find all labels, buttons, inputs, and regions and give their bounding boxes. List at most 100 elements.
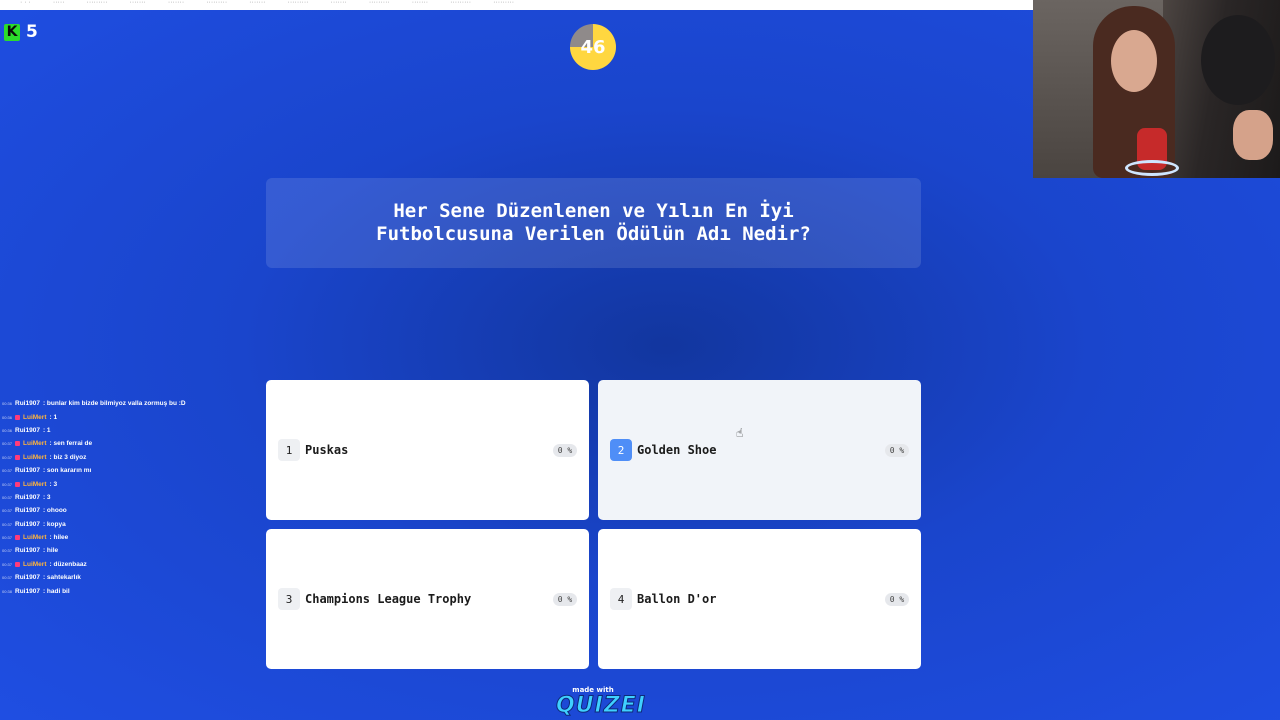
chat-message: 00:36 Rui1907: bunlar kim bizde bilmiyoz … xyxy=(2,397,252,410)
viewer-count: 5 xyxy=(26,22,38,42)
answer-label: Golden Shoe xyxy=(637,443,717,457)
bookmark-item[interactable]: ······· xyxy=(168,0,184,6)
kick-viewer-badge: K 5 xyxy=(4,22,38,42)
answer-percent: 0 % xyxy=(885,592,909,606)
chat-text: : hadi bil xyxy=(42,587,70,595)
hand-cursor-icon: ☝ xyxy=(736,426,744,440)
webcam-overlay xyxy=(1033,0,1280,178)
bookmark-item[interactable]: ······· xyxy=(249,0,265,6)
bookmark-item[interactable]: ········· xyxy=(369,0,390,6)
bookmark-item[interactable]: ······· xyxy=(412,0,428,6)
chat-text: : hile xyxy=(42,547,59,555)
quizei-logo[interactable]: QUIZEI xyxy=(556,693,646,718)
answer-number: 1 xyxy=(278,439,300,461)
footer-branding: made with QUIZEI xyxy=(556,686,646,718)
chat-timestamp: 00:37 xyxy=(2,454,13,460)
chat-timestamp: 00:37 xyxy=(2,561,13,567)
chat-message: 00:37 Rui1907: 3 xyxy=(2,491,252,504)
bookmark-item[interactable]: ········· xyxy=(493,0,514,6)
chat-text: : kopya xyxy=(42,520,66,528)
answer-option-4[interactable]: 4 Ballon D'or 0 % xyxy=(598,529,921,669)
timer-seconds: 46 xyxy=(580,36,606,58)
kick-logo-icon: K xyxy=(4,23,20,41)
chat-text: : düzenbaaz xyxy=(49,560,87,568)
countdown-timer: 46 xyxy=(570,24,616,70)
chat-timestamp: 00:37 xyxy=(2,575,13,581)
answer-percent: 0 % xyxy=(553,443,577,457)
chat-text: : sen ferrai de xyxy=(49,440,93,448)
chat-username: Rui1907 xyxy=(15,507,40,515)
answer-label: Ballon D'or xyxy=(637,592,717,606)
bookmark-item[interactable]: ········· xyxy=(87,0,108,6)
chat-message: 00:37 Rui1907: kopya xyxy=(2,518,252,531)
chat-message: 00:37 LuiMert: 3 xyxy=(2,477,252,490)
chat-message: 00:37 LuiMert: biz 3 diyoz xyxy=(2,451,252,464)
chat-username: Rui1907 xyxy=(15,520,40,528)
chat-text: : sahtekarlık xyxy=(42,574,81,582)
chat-timestamp: 00:36 xyxy=(2,427,13,433)
chat-timestamp: 00:37 xyxy=(2,494,13,500)
chat-message: 00:36 Rui1907: 1 xyxy=(2,424,252,437)
chat-message: 00:37 LuiMert: hilee xyxy=(2,531,252,544)
answer-number: 4 xyxy=(610,588,632,610)
bookmark-item[interactable]: ······· xyxy=(330,0,346,6)
chat-text: : hilee xyxy=(49,534,69,542)
chat-badge-icon xyxy=(15,535,21,541)
chat-badge-icon xyxy=(15,441,21,447)
bookmark-item[interactable]: ········· xyxy=(288,0,309,6)
chat-message: 00:37 Rui1907: son kararın mı xyxy=(2,464,252,477)
chat-text: : 1 xyxy=(49,413,58,421)
chat-text: : 3 xyxy=(49,480,58,488)
chat-message: 00:37 Rui1907: hile xyxy=(2,544,252,557)
answer-option-1[interactable]: 1 Puskas 0 % xyxy=(266,380,589,520)
answer-option-3[interactable]: 3 Champions League Trophy 0 % xyxy=(266,529,589,669)
answer-number: 2 xyxy=(610,439,632,461)
answer-percent: 0 % xyxy=(553,592,577,606)
chat-badge-icon xyxy=(15,561,21,567)
chat-username: Rui1907 xyxy=(15,426,40,434)
answer-percent: 0 % xyxy=(885,443,909,457)
chat-username: Rui1907 xyxy=(15,467,40,475)
chat-timestamp: 00:37 xyxy=(2,521,13,527)
bookmark-item[interactable]: ········· xyxy=(206,0,227,6)
chat-timestamp: 00:36 xyxy=(2,414,13,420)
chat-timestamp: 00:38 xyxy=(2,588,13,594)
chat-message: 00:37 LuiMert: sen ferrai de xyxy=(2,437,252,450)
chat-username: Rui1907 xyxy=(15,547,40,555)
bookmark-item[interactable]: ······· xyxy=(130,0,146,6)
chat-username: Rui1907 xyxy=(15,493,40,501)
chat-message: 00:38 Rui1907: hadi bil xyxy=(2,584,252,597)
bookmark-item[interactable]: · · · xyxy=(20,0,31,6)
chat-badge-icon xyxy=(15,481,21,487)
chat-timestamp: 00:37 xyxy=(2,535,13,541)
chat-timestamp: 00:37 xyxy=(2,548,13,554)
chat-timestamp: 00:37 xyxy=(2,441,13,447)
chat-username: LuiMert xyxy=(23,413,47,421)
chat-timestamp: 00:37 xyxy=(2,468,13,474)
chat-message: 00:37 Rui1907: ohooo xyxy=(2,504,252,517)
answer-option-2[interactable]: 2 Golden Shoe 0 % xyxy=(598,380,921,520)
chat-timestamp: 00:36 xyxy=(2,401,13,407)
chat-text: : bunlar kim bizde bilmiyoz valla zormuş… xyxy=(42,400,186,408)
chat-text: : 3 xyxy=(42,493,51,501)
chat-timestamp: 00:37 xyxy=(2,481,13,487)
chat-overlay: 00:36 Rui1907: bunlar kim bizde bilmiyoz … xyxy=(2,397,252,598)
chat-message: 00:37 LuiMert: düzenbaaz xyxy=(2,558,252,571)
bookmark-item[interactable]: ····· xyxy=(53,0,65,6)
chat-username: Rui1907 xyxy=(15,574,40,582)
chat-badge-icon xyxy=(15,414,21,420)
chat-timestamp: 00:37 xyxy=(2,508,13,514)
question-card: Her Sene Düzenlenen ve Yılın En İyi Futb… xyxy=(266,178,921,268)
answer-number: 3 xyxy=(278,588,300,610)
chat-username: LuiMert xyxy=(23,453,47,461)
chat-username: Rui1907 xyxy=(15,587,40,595)
chat-text: : ohooo xyxy=(42,507,67,515)
chat-username: LuiMert xyxy=(23,534,47,542)
bookmark-item[interactable]: ········· xyxy=(450,0,471,6)
answer-label: Champions League Trophy xyxy=(305,592,472,606)
chat-text: : 1 xyxy=(42,426,51,434)
chat-username: LuiMert xyxy=(23,480,47,488)
question-text: Her Sene Düzenlenen ve Yılın En İyi Futb… xyxy=(376,200,811,245)
answer-label: Puskas xyxy=(305,443,349,457)
chat-username: LuiMert xyxy=(23,560,47,568)
